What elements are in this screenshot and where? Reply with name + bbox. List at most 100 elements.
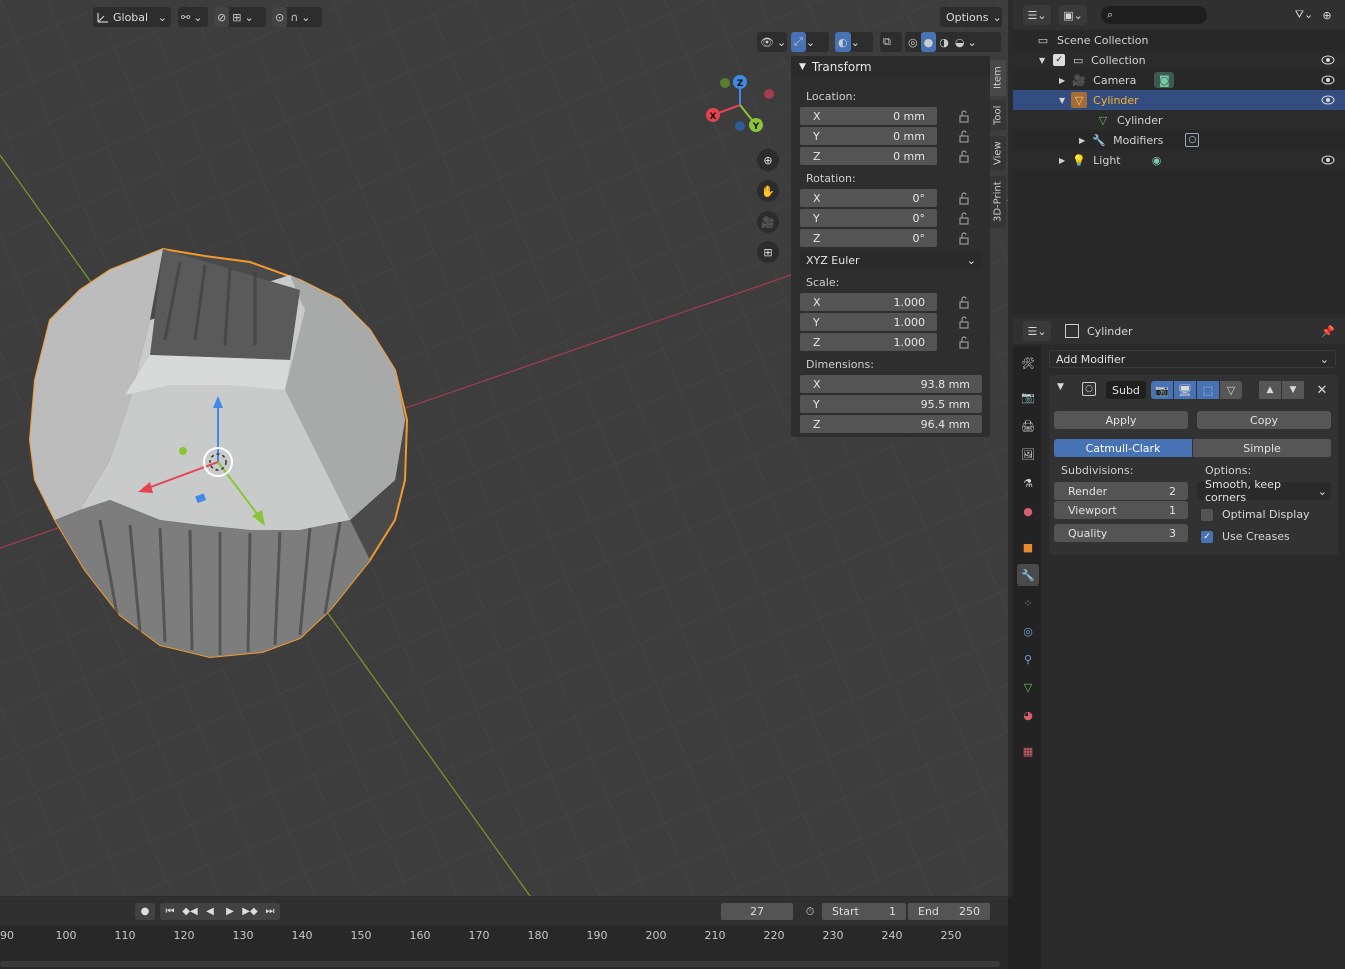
visibility-dropdown[interactable]: 👁 ⌄ [757, 32, 787, 52]
lock-icon[interactable] [957, 231, 971, 245]
eye-icon[interactable] [1321, 55, 1335, 65]
quality-field[interactable]: Quality 3 [1054, 524, 1188, 542]
tab-tool[interactable]: Tool [990, 100, 1006, 130]
dimensions-y-field[interactable]: Y 95.5 mm [800, 395, 982, 413]
expand-triangle-icon[interactable]: ▶ [1059, 156, 1065, 165]
stopwatch-icon[interactable]: ⏱ [801, 903, 819, 920]
proportional-edit-icon[interactable]: ⊙ [272, 7, 288, 27]
rendered-shading-icon[interactable]: ◒ [952, 32, 968, 52]
expand-triangle-icon[interactable]: ▼ [1039, 56, 1045, 65]
jump-end-icon[interactable]: ⏭ [260, 903, 280, 920]
on-cage-icon[interactable]: ▽ [1220, 381, 1242, 399]
transform-panel-header[interactable]: ▼ Transform [791, 56, 990, 78]
xray-toggle[interactable]: ⧉ [880, 32, 902, 52]
pivot-dropdown[interactable]: ⚯ ⌄ [178, 7, 208, 27]
rotation-y-field[interactable]: Y 0° [800, 209, 937, 227]
play-icon[interactable]: ▶ [220, 903, 240, 920]
outliner-row-collection[interactable]: ▼ ✓ ▭ Collection [1013, 50, 1345, 70]
overlays-toggle-icon[interactable]: ◐ [835, 32, 851, 52]
outliner-row-cylinder[interactable]: ▼ ▽ Cylinder [1013, 90, 1345, 110]
light-data-icon[interactable]: ◉ [1149, 154, 1165, 167]
scale-y-field[interactable]: Y 1.000 [800, 313, 937, 331]
viewport-levels-field[interactable]: Viewport 1 [1054, 501, 1188, 519]
particles-tab-icon[interactable]: ⁘ [1017, 592, 1039, 614]
object-tab-icon[interactable]: ■ [1017, 536, 1039, 558]
material-shading-icon[interactable]: ◑ [936, 32, 952, 52]
outliner-row-scene-collection[interactable]: ▭ Scene Collection [1013, 30, 1345, 50]
tool-settings-tab-icon[interactable]: 🛠 [1017, 352, 1039, 374]
rotation-x-field[interactable]: X 0° [800, 189, 937, 207]
scene-tab-icon[interactable]: ⚗ [1017, 472, 1039, 494]
lock-icon[interactable] [957, 191, 971, 205]
new-collection-icon[interactable]: ⊕ [1317, 5, 1337, 25]
editor-type-icon[interactable]: ☰⌄ [1023, 5, 1051, 25]
output-tab-icon[interactable]: 🖨 [1017, 415, 1039, 437]
scale-z-field[interactable]: Z 1.000 [800, 333, 937, 351]
proportional-edit-group[interactable]: ⊙ ∩ ⌄ [272, 7, 322, 27]
add-modifier-dropdown[interactable]: Add Modifier ⌄ [1049, 350, 1336, 368]
pan-hand-icon[interactable]: ✋ [757, 180, 779, 202]
modifier-tab-icon[interactable]: 🔧 [1017, 564, 1039, 586]
use-creases-checkbox[interactable]: ✓ Use Creases [1201, 530, 1290, 543]
location-x-field[interactable]: X 0 mm [800, 107, 937, 125]
modifier-name-field[interactable]: Subd [1106, 381, 1146, 399]
jump-start-icon[interactable]: ⏮ [160, 903, 180, 920]
camera-view-icon[interactable]: 🎥 [757, 211, 779, 233]
subdivision-modifier-icon[interactable]: ○ [1185, 133, 1200, 147]
physics-tab-icon[interactable]: ◎ [1017, 620, 1039, 642]
snap-increment-icon[interactable]: ⊞ [229, 7, 244, 27]
lock-icon[interactable] [957, 129, 971, 143]
snap-toggle-icon[interactable]: ⊘ [214, 7, 230, 27]
world-tab-icon[interactable]: ● [1017, 500, 1039, 522]
view-layer-tab-icon[interactable]: 🖼 [1017, 443, 1039, 465]
simple-button[interactable]: Simple [1193, 439, 1331, 457]
uv-smooth-dropdown[interactable]: Smooth, keep corners ⌄ [1197, 478, 1331, 504]
rotation-z-field[interactable]: Z 0° [800, 229, 937, 247]
catmull-clark-button[interactable]: Catmull-Clark [1054, 439, 1192, 457]
filter-icon[interactable]: ⛛⌄ [1291, 5, 1317, 25]
material-tab-icon[interactable]: ◕ [1017, 704, 1039, 726]
tab-3d-print[interactable]: 3D-Print [990, 176, 1006, 228]
eye-icon[interactable] [1321, 95, 1335, 105]
snap-group[interactable]: ⊘ ⊞ ⌄ [214, 7, 266, 27]
options-dropdown[interactable]: Options ⌄ [940, 7, 1002, 27]
lock-icon[interactable] [957, 149, 971, 163]
shading-modes[interactable]: ◎ ● ◑ ◒ ⌄ [905, 32, 1001, 52]
render-visibility-icon[interactable]: 📷 [1151, 381, 1173, 399]
expand-triangle-icon[interactable]: ▶ [1059, 76, 1065, 85]
display-mode-icon[interactable]: ▣⌄ [1059, 5, 1087, 25]
3d-viewport[interactable]: Global ⌄ ⚯ ⌄ ⊘ ⊞ ⌄ ⊙ ∩ ⌄ Options ⌄ 👁 ⌄ ⤢ ⌄ ◐ ⌄… [0, 0, 1008, 896]
move-down-icon[interactable]: ▼ [1282, 381, 1304, 399]
edit-mode-icon[interactable]: ⬚ [1197, 381, 1219, 399]
render-levels-field[interactable]: Render 2 [1054, 482, 1188, 500]
camera-data-icon[interactable]: ◙ [1154, 72, 1175, 88]
gizmo-dropdown[interactable]: ⤢ ⌄ [791, 32, 829, 52]
start-frame-field[interactable]: Start 1 [822, 903, 906, 920]
outliner-search-input[interactable]: ⌕ [1101, 6, 1207, 24]
tab-view[interactable]: View [990, 136, 1006, 170]
gizmo-toggle-icon[interactable]: ⤢ [791, 32, 806, 52]
jump-keyframe-back-icon[interactable]: ◆◀ [180, 903, 200, 920]
end-frame-field[interactable]: End 250 [908, 903, 990, 920]
play-reverse-icon[interactable]: ◀ [200, 903, 220, 920]
data-tab-icon[interactable]: ▽ [1017, 676, 1039, 698]
eye-icon[interactable] [1321, 75, 1335, 85]
falloff-icon[interactable]: ∩ [287, 7, 301, 27]
orientation-dropdown[interactable]: Global ⌄ [93, 7, 171, 27]
editor-type-icon[interactable]: ☰⌄ [1023, 321, 1051, 341]
constraints-tab-icon[interactable]: ⚲ [1017, 648, 1039, 670]
jump-keyframe-forward-icon[interactable]: ▶◆ [240, 903, 260, 920]
checkbox-icon[interactable]: ✓ [1053, 54, 1066, 66]
eye-icon[interactable] [1321, 155, 1335, 165]
outliner-row-modifiers[interactable]: ▶ 🔧 Modifiers ○ [1013, 130, 1345, 150]
overlays-dropdown[interactable]: ◐ ⌄ [835, 32, 873, 52]
timeline-scrollbar[interactable] [0, 961, 1000, 967]
record-icon[interactable]: ● [135, 903, 155, 920]
tab-item[interactable]: Item [990, 60, 1006, 96]
lock-icon[interactable] [957, 295, 971, 309]
expand-triangle-icon[interactable]: ▶ [1079, 136, 1085, 145]
outliner-row-cylinder-mesh[interactable]: ▽ Cylinder [1013, 110, 1345, 130]
current-frame-field[interactable]: 27 [721, 903, 793, 920]
outliner-row-light[interactable]: ▶ 💡 Light ◉ [1013, 150, 1345, 170]
move-up-icon[interactable]: ▲ [1259, 381, 1281, 399]
